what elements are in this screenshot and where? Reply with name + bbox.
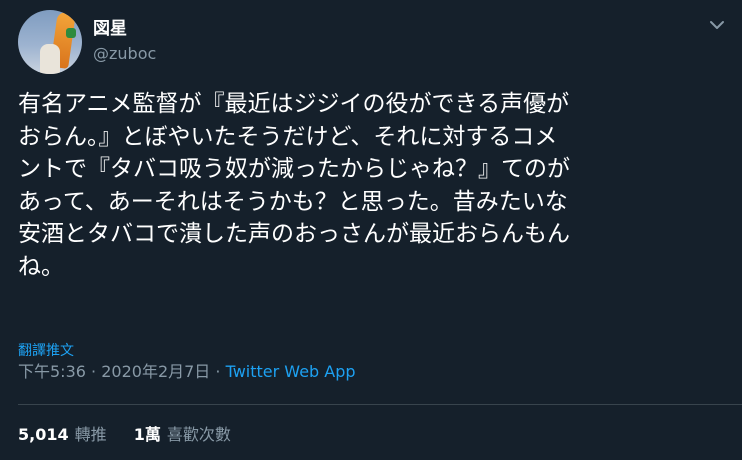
display-name[interactable]: 図星 (93, 18, 127, 40)
chevron-down-icon[interactable] (708, 18, 726, 32)
avatar[interactable] (18, 10, 82, 74)
stats-divider (18, 404, 742, 405)
likes-stat[interactable]: 1萬 喜歡次數 (134, 423, 231, 447)
retweets-label: 轉推 (74, 425, 107, 444)
likes-count: 1萬 (133, 425, 161, 444)
tweet-text: 有名アニメ監督が『最近はジジイの役ができる声優が おらん。』とぼやいたそうだけど… (18, 91, 570, 280)
avatar-figure (40, 44, 60, 74)
translate-tweet-link[interactable]: 翻譯推文 (18, 342, 74, 360)
tweet-stats: 5,014 轉推 1萬 喜歡次數 (18, 423, 253, 447)
retweets-stat[interactable]: 5,014 轉推 (18, 423, 107, 447)
avatar-bow (66, 28, 76, 38)
tweet-date[interactable]: 2020年2月7日 (101, 362, 210, 381)
tweet-meta: 下午5:36 · 2020年2月7日 · Twitter Web App (18, 361, 356, 383)
tweet-time[interactable]: 下午5:36 (18, 362, 86, 381)
user-handle[interactable]: @zuboc (93, 44, 156, 64)
likes-label: 喜歡次數 (166, 425, 231, 444)
retweets-count: 5,014 (18, 425, 69, 444)
meta-separator: · (91, 362, 97, 381)
source-app-link[interactable]: Twitter Web App (226, 362, 356, 381)
tweet-card: 図星 @zuboc 有名アニメ監督が『最近はジジイの役ができる声優が おらん。』… (0, 0, 742, 460)
meta-separator-2: · (215, 362, 221, 381)
